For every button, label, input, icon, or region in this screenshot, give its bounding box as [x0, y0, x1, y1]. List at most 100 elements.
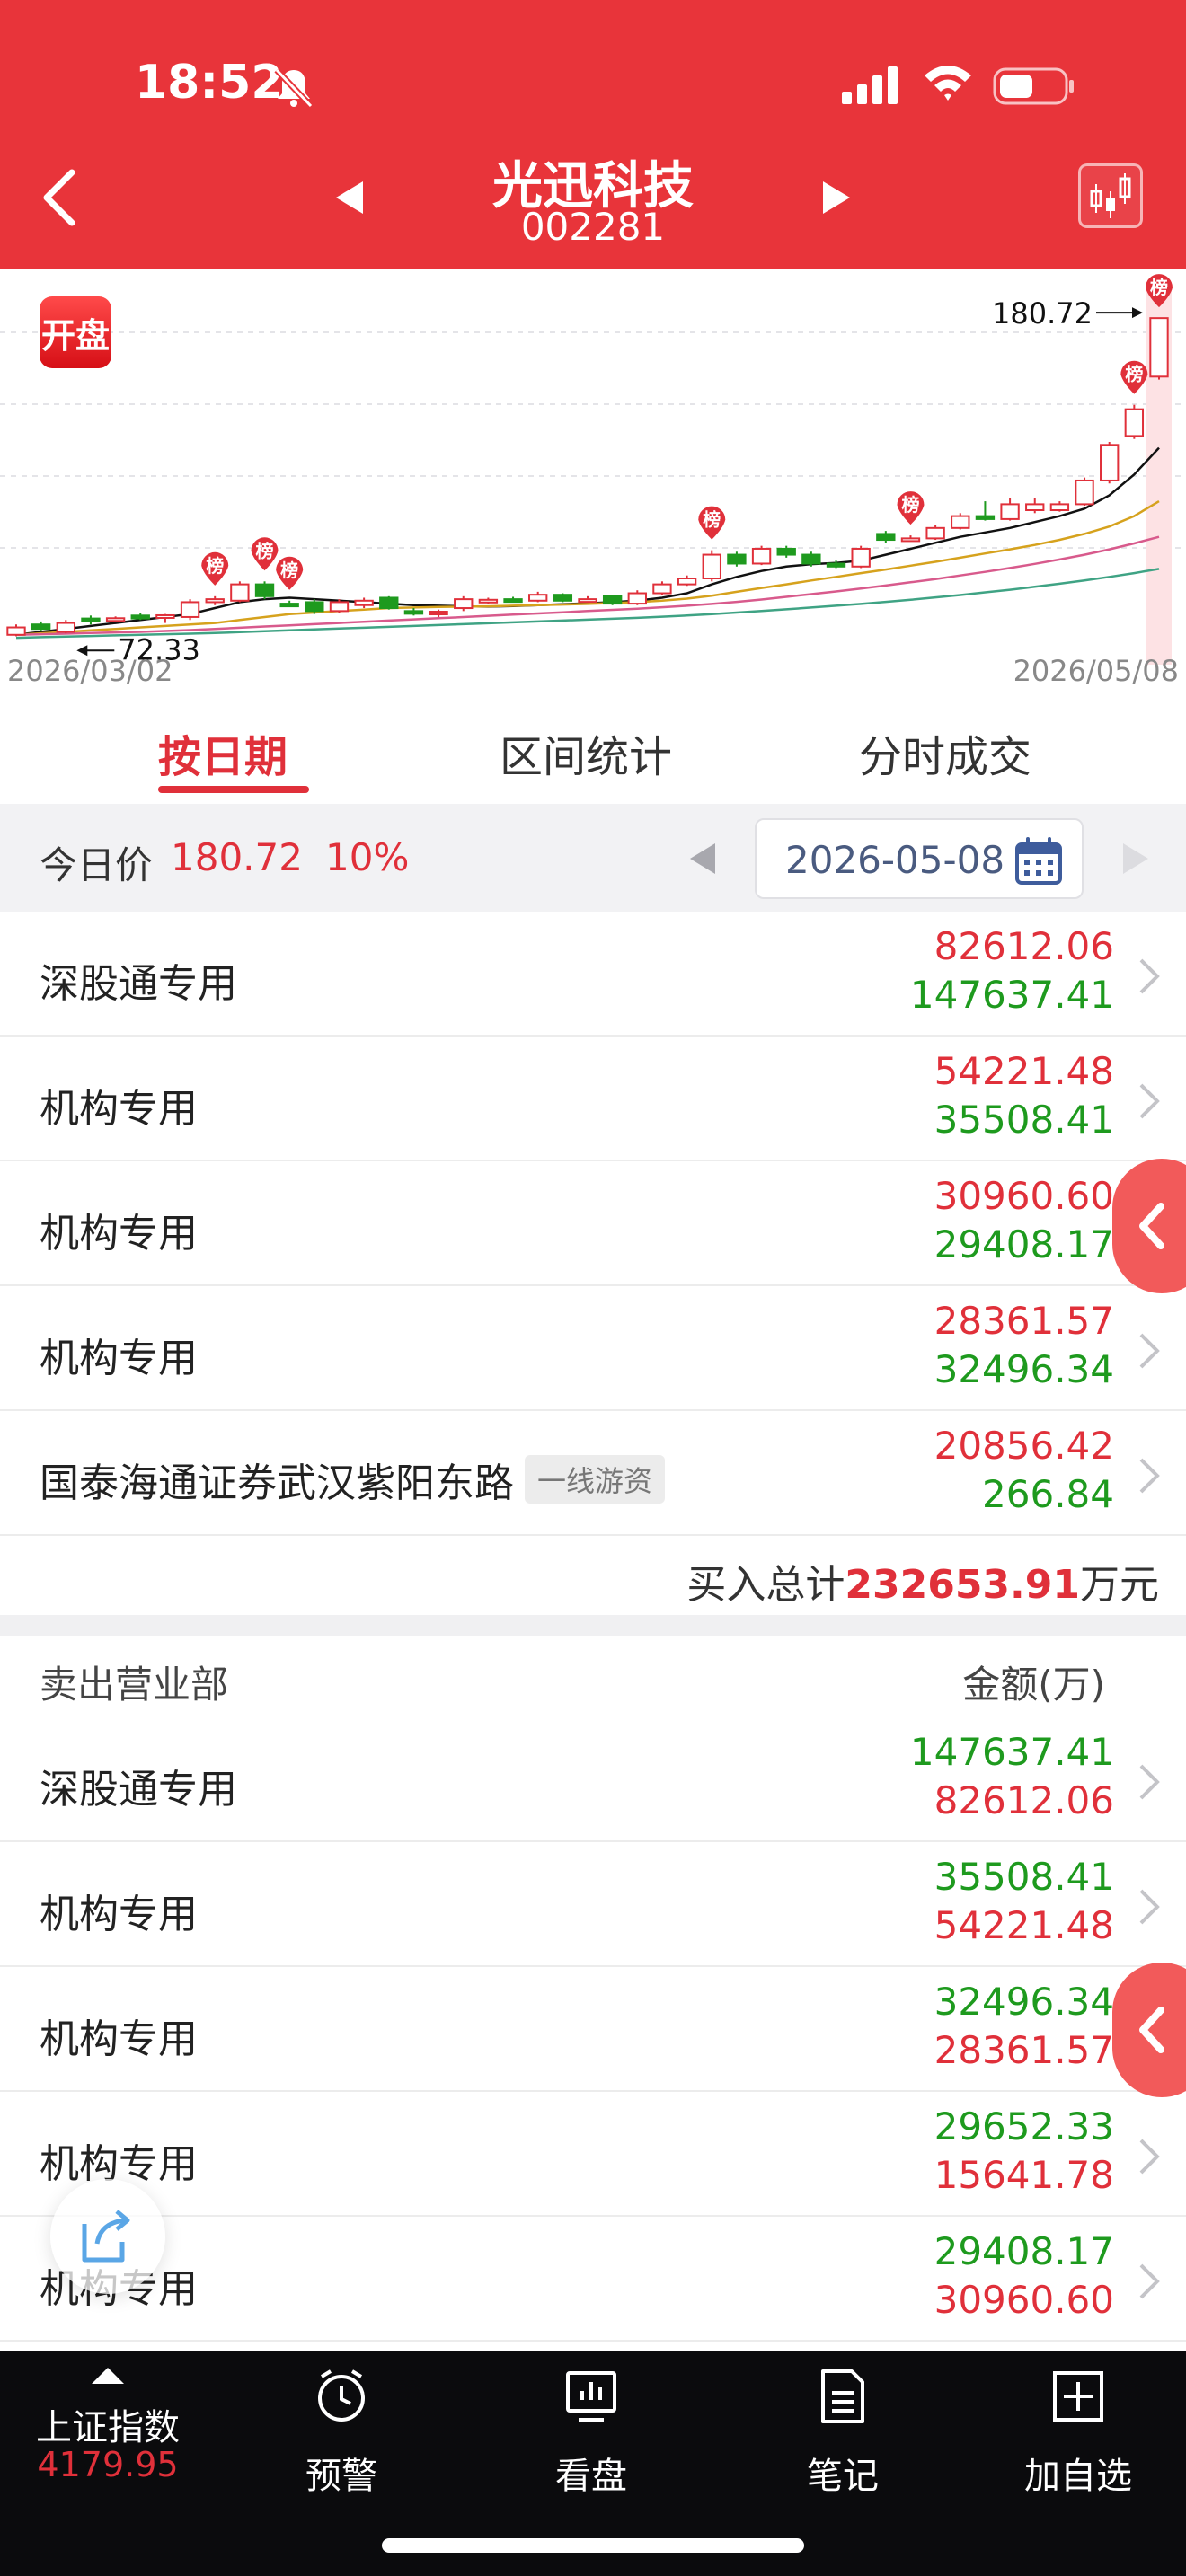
cell-signal-icon: [842, 66, 898, 104]
nav-watch[interactable]: 看盘: [501, 2351, 681, 2513]
high-price-label: 180.72: [992, 296, 1093, 331]
sell-amount: 35508.41: [934, 1855, 1114, 1899]
sell-row[interactable]: 机构专用 29408.17 30960.60: [0, 2217, 1186, 2342]
status-time: 18:52: [135, 56, 284, 110]
nav-label: 看盘: [555, 2456, 627, 2497]
sell-branch-name: 机构专用: [40, 1892, 198, 1937]
sell-row[interactable]: 深股通专用 147637.41 82612.06: [0, 1717, 1186, 1842]
chevron-right-icon: [1139, 2263, 1160, 2299]
sell-amount: 29652.33: [934, 2104, 1114, 2148]
date-picker[interactable]: 2026-05-08: [755, 818, 1084, 899]
buy-amount: 28361.57: [934, 1299, 1114, 1343]
sell-row[interactable]: 机构专用 32496.34 28361.57: [0, 1967, 1186, 2092]
candle-body: [1075, 479, 1094, 506]
candle-body: [81, 617, 101, 622]
buy-row[interactable]: 机构专用 30960.60 29408.17: [0, 1161, 1186, 1286]
chart-date-start: 2026/03/02: [7, 654, 173, 688]
branch-name-text: 国泰海通证券武汉紫阳东路: [40, 1460, 514, 1506]
buy-total: 买入总计232653.91万元: [0, 1538, 1186, 1615]
buy-amount: 54221.48: [934, 1903, 1114, 1947]
rank-marker-label: 榜: [901, 494, 919, 516]
buy-amount: 54221.48: [934, 1049, 1114, 1093]
chart-type-button[interactable]: [1078, 163, 1143, 228]
date-next-button[interactable]: [1114, 836, 1155, 881]
next-stock-button[interactable]: [809, 171, 863, 225]
buy-amount: 82612.06: [934, 924, 1114, 968]
candle-body: [6, 626, 26, 636]
sell-row[interactable]: 机构专用 35508.41 54221.48: [0, 1842, 1186, 1967]
buy-row[interactable]: 机构专用 54221.48 35508.41: [0, 1037, 1186, 1161]
candle-body: [900, 537, 921, 543]
candle-body: [254, 583, 275, 597]
page: 18:52 光迅科技 002281 榜 榜 榜 榜 榜 榜 榜 180.72 7…: [0, 0, 1186, 2576]
candle-body: [31, 623, 51, 631]
date-value: 2026-05-08: [785, 838, 1005, 882]
buy-total-unit: 万元: [1080, 1562, 1159, 1608]
buy-total-value: 232653.91: [845, 1562, 1080, 1608]
side-drawer-toggle[interactable]: [1112, 1159, 1186, 1293]
share-icon: [82, 2210, 130, 2263]
candle-body: [528, 594, 548, 602]
rank-marker-label: 榜: [256, 540, 274, 561]
candle-body: [503, 598, 523, 604]
rank-marker-label: 榜: [703, 509, 721, 531]
nav-label: 加自选: [1024, 2456, 1132, 2497]
tab-range-stats[interactable]: 区间统计: [500, 721, 672, 784]
sell-amount: 147637.41: [909, 1730, 1114, 1774]
sell-amount: 266.84: [982, 1472, 1114, 1516]
kline-canvas: 榜榜榜榜榜榜榜180.7272.33: [0, 274, 1186, 666]
sell-amount: 147637.41: [909, 973, 1114, 1017]
back-button[interactable]: [32, 162, 95, 234]
buy-total-label: 买入总计: [686, 1562, 845, 1608]
nav-market-index[interactable]: 上证指数 4179.95: [0, 2351, 216, 2513]
alarm-clock-icon: [318, 2369, 365, 2422]
rank-marker-label: 榜: [280, 560, 298, 581]
kline-chart[interactable]: 榜榜榜榜榜榜榜 180.72 72.33 开盘 2026/03/02 2026/05…: [0, 269, 1186, 696]
caret-up-icon: [92, 2368, 124, 2384]
sell-amount: 29408.17: [934, 2229, 1114, 2273]
candle-body: [305, 601, 324, 613]
buy-amount: 30960.60: [934, 1174, 1114, 1218]
rank-marker-label: 榜: [206, 555, 224, 577]
date-prev-button[interactable]: [683, 836, 724, 881]
candle-body: [180, 601, 200, 618]
notes-icon: [821, 2369, 864, 2423]
candle-body: [851, 547, 871, 568]
index-value: 4179.95: [37, 2445, 179, 2484]
nav-alert[interactable]: 预警: [252, 2351, 431, 2513]
tab-tick-trades[interactable]: 分时成交: [859, 721, 1031, 784]
high-arrow-head: [1132, 307, 1143, 319]
buy-amount: 20856.42: [934, 1424, 1114, 1468]
buy-branch-name: 机构专用: [40, 1211, 198, 1257]
tab-by-date[interactable]: 按日期: [158, 721, 288, 784]
buy-row[interactable]: 机构专用 28361.57 32496.34: [0, 1286, 1186, 1411]
nav-notes[interactable]: 笔记: [753, 2351, 933, 2513]
buy-row[interactable]: 国泰海通证券武汉紫阳东路 一线游资 20856.42 266.84: [0, 1411, 1186, 1536]
prev-stock-button[interactable]: [323, 171, 377, 225]
stock-code: 002281: [520, 205, 666, 249]
today-price-change: 10%: [325, 835, 410, 879]
candle-body: [454, 598, 474, 610]
candle-body: [354, 599, 374, 606]
candle-body: [578, 598, 597, 604]
buy-branch-name: 机构专用: [40, 1086, 198, 1132]
home-indicator: [382, 2538, 804, 2553]
sell-row[interactable]: 机构专用 29652.33 15641.78: [0, 2092, 1186, 2217]
side-drawer-toggle[interactable]: [1112, 1963, 1186, 2097]
nav-add-watchlist[interactable]: 加自选: [988, 2351, 1168, 2513]
share-button[interactable]: [50, 2179, 165, 2294]
chevron-right-icon: [1139, 2139, 1160, 2175]
buy-row[interactable]: 深股通专用 82612.06 147637.41: [0, 912, 1186, 1037]
candle-body: [1124, 408, 1145, 437]
candle-body: [205, 598, 225, 604]
candle-body: [975, 515, 996, 520]
sell-amount: 32496.34: [934, 1980, 1114, 2024]
calendar-icon: [1015, 837, 1062, 885]
candle-body: [1025, 503, 1045, 511]
open-badge[interactable]: 开盘: [40, 296, 111, 368]
today-price-value: 180.72: [171, 835, 303, 879]
candle-body: [801, 553, 821, 565]
buy-branch-name: 深股通专用: [40, 961, 237, 1007]
candle-body: [925, 526, 945, 540]
rank-marker-label: 榜: [1125, 364, 1143, 385]
